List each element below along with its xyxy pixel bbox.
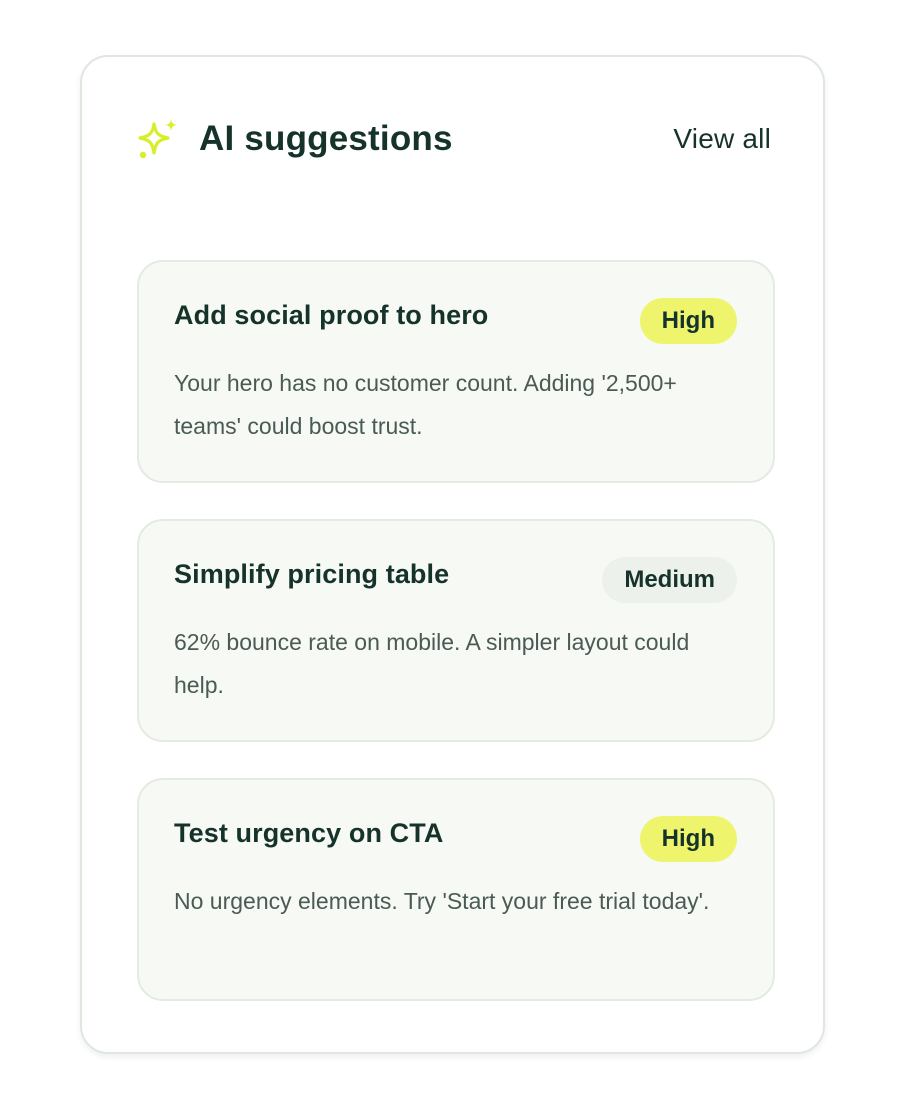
panel-header: AI suggestions View all <box>137 115 771 163</box>
ai-suggestions-panel: AI suggestions View all Add social proof… <box>80 55 825 1054</box>
suggestions-list: Add social proof to hero High Your hero … <box>137 260 775 1037</box>
suggestion-card-social-proof[interactable]: Add social proof to hero High Your hero … <box>137 260 775 483</box>
panel-header-title-group: AI suggestions <box>137 117 453 161</box>
suggestion-description: 62% bounce rate on mobile. A simpler lay… <box>174 629 690 698</box>
suggestion-card-urgency-cta[interactable]: Test urgency on CTA High No urgency elem… <box>137 778 775 1001</box>
view-all-link[interactable]: View all <box>673 123 771 155</box>
suggestion-description: Your hero has no customer count. Adding … <box>174 370 677 439</box>
sparkle-icon <box>137 117 181 161</box>
suggestion-description: No urgency elements. Try 'Start your fre… <box>174 888 710 914</box>
suggestion-title: Add social proof to hero <box>174 300 489 330</box>
priority-badge: Medium <box>602 557 737 603</box>
suggestion-title: Test urgency on CTA <box>174 818 444 848</box>
priority-badge: High <box>639 816 737 862</box>
suggestion-title: Simplify pricing table <box>174 559 450 589</box>
suggestion-card-pricing-table[interactable]: Simplify pricing table Medium 62% bounce… <box>137 519 775 742</box>
priority-badge: High <box>639 298 737 344</box>
panel-title: AI suggestions <box>199 119 453 158</box>
